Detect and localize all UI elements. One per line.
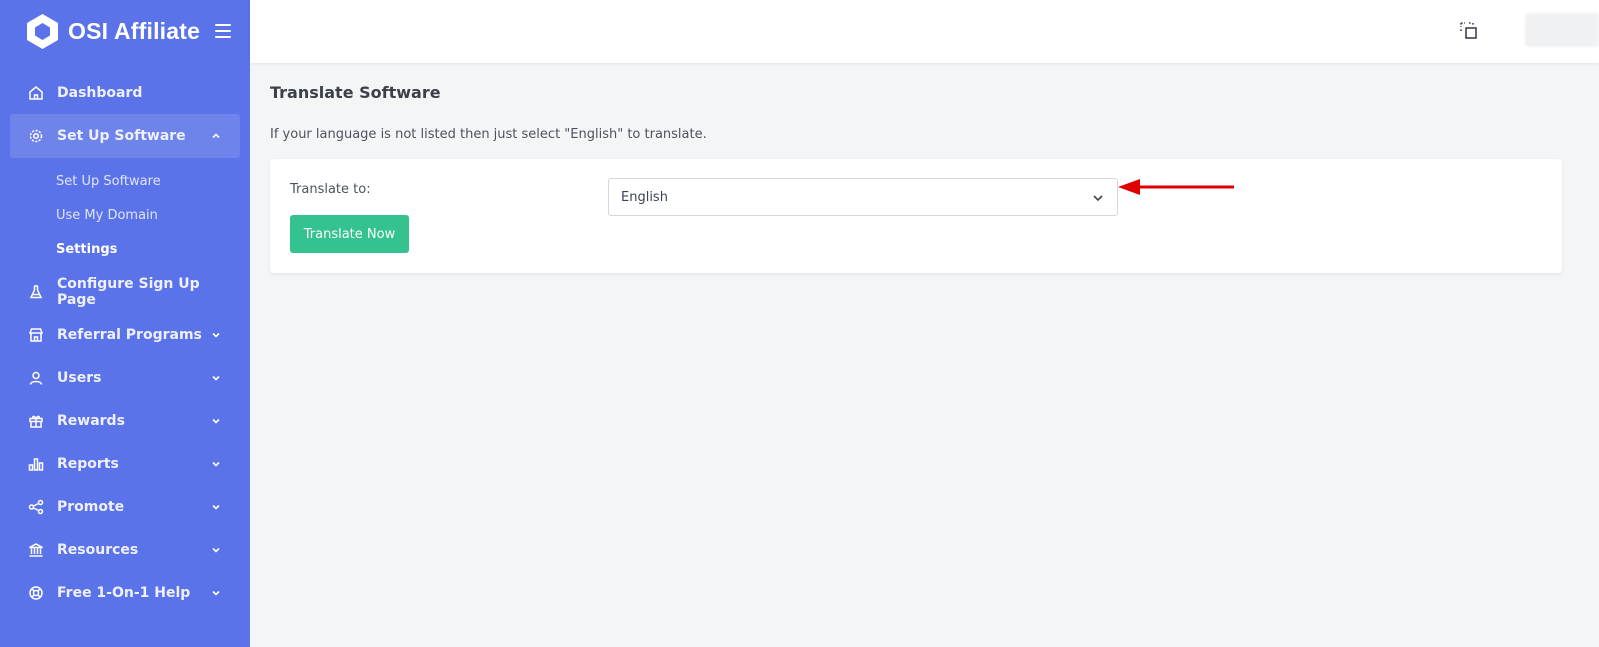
translate-to-label: Translate to: <box>290 182 371 197</box>
sidebar-item-label: Resources <box>57 541 139 558</box>
flask-icon <box>27 283 45 301</box>
bank-icon <box>27 541 45 559</box>
sidebar-item-configure-sign-up-page[interactable]: Configure Sign Up Page <box>0 270 250 313</box>
chevron-down-icon <box>1091 191 1105 205</box>
sidebar-item-reports[interactable]: Reports <box>0 442 250 485</box>
sidebar-item-referral-programs[interactable]: Referral Programs <box>0 313 250 356</box>
logo-icon <box>24 13 61 50</box>
main-content: Translate Software If your language is n… <box>250 63 1599 647</box>
brand: OSI Affiliate <box>0 0 250 62</box>
chevron-down-icon <box>210 501 222 513</box>
menu-toggle-icon[interactable] <box>215 24 232 38</box>
chevron-down-icon <box>210 458 222 470</box>
sidebar-item-label: Free 1-On-1 Help <box>57 584 191 601</box>
submenu-item-use-my-domain[interactable]: Use My Domain <box>0 198 250 232</box>
submenu-set-up-software: Set Up Software Use My Domain Settings <box>0 158 250 270</box>
sidebar-item-label: Referral Programs <box>57 326 202 343</box>
lifebuoy-icon <box>27 584 45 602</box>
sidebar-item-rewards[interactable]: Rewards <box>0 399 250 442</box>
home-icon <box>27 84 45 102</box>
translate-now-button[interactable]: Translate Now <box>290 215 409 253</box>
page-title: Translate Software <box>270 83 441 102</box>
gear-icon <box>27 127 45 145</box>
sidebar: OSI Affiliate Dashboard Set Up Software … <box>0 0 250 647</box>
topbar <box>250 0 1599 63</box>
gift-icon <box>27 412 45 430</box>
store-icon <box>27 326 45 344</box>
chevron-down-icon <box>210 415 222 427</box>
sidebar-item-label: Reports <box>57 455 119 472</box>
sidebar-item-free-help[interactable]: Free 1-On-1 Help <box>0 571 250 614</box>
page-description: If your language is not listed then just… <box>270 127 707 142</box>
sidebar-item-label: Configure Sign Up Page <box>57 275 200 308</box>
sidebar-item-promote[interactable]: Promote <box>0 485 250 528</box>
chevron-down-icon <box>210 544 222 556</box>
chevron-down-icon <box>210 329 222 341</box>
sidebar-item-users[interactable]: Users <box>0 356 250 399</box>
chevron-down-icon <box>210 587 222 599</box>
sidebar-item-label: Rewards <box>57 412 125 429</box>
sidebar-item-label: Set Up Software <box>57 128 186 144</box>
sidebar-item-resources[interactable]: Resources <box>0 528 250 571</box>
user-icon <box>27 369 45 387</box>
language-select[interactable]: English <box>608 178 1118 216</box>
language-select-value: English <box>621 189 668 205</box>
chevron-down-icon <box>210 372 222 384</box>
submenu-item-set-up-software[interactable]: Set Up Software <box>0 164 250 198</box>
chevron-up-icon <box>210 130 222 142</box>
user-profile-blurred[interactable] <box>1525 13 1599 47</box>
sidebar-item-set-up-software[interactable]: Set Up Software <box>10 114 240 158</box>
brand-name: OSI Affiliate <box>68 17 201 44</box>
bar-chart-icon <box>27 455 45 473</box>
sidebar-nav: Dashboard Set Up Software Set Up Softwar… <box>0 71 250 614</box>
sidebar-item-label: Dashboard <box>57 84 143 101</box>
sidebar-item-dashboard[interactable]: Dashboard <box>0 71 250 114</box>
translate-card: Translate to: English Translate Now <box>270 159 1562 273</box>
sidebar-item-label: Promote <box>57 498 125 515</box>
annotation-arrow <box>1118 179 1234 195</box>
share-icon <box>27 498 45 516</box>
submenu-item-settings[interactable]: Settings <box>0 232 250 266</box>
fullscreen-icon[interactable] <box>1458 20 1480 42</box>
sidebar-item-label: Users <box>57 369 102 386</box>
